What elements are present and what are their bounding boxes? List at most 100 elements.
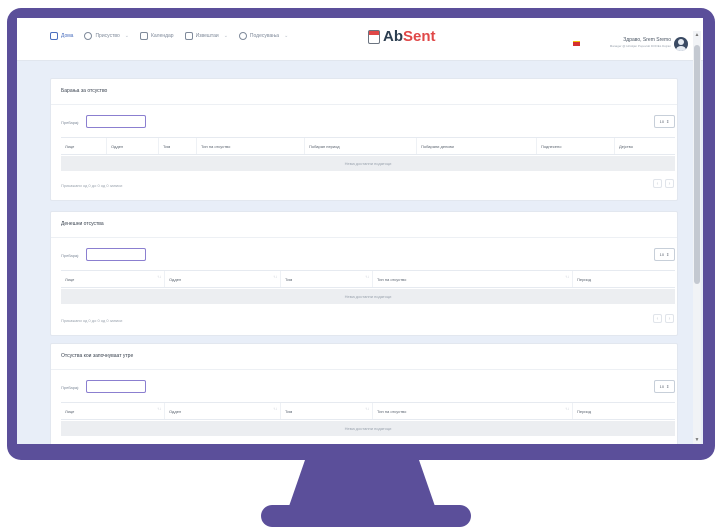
scroll-up-icon[interactable]: ▲ xyxy=(693,31,701,39)
column-header-label: Тип на отсуство xyxy=(201,143,231,149)
column-header[interactable]: Оддел ↑↓ xyxy=(165,403,281,419)
column-header[interactable]: Лице ↑↓ xyxy=(61,403,165,419)
avatar[interactable] xyxy=(674,37,688,51)
divider xyxy=(51,104,677,105)
user-role: Manager @ Hristijan Popovski DOOEL Dojra… xyxy=(609,44,671,48)
column-header-label: Лице xyxy=(65,143,75,149)
language-flag-icon[interactable] xyxy=(573,41,580,46)
pagination: ‹ › xyxy=(653,179,674,188)
column-header[interactable]: Дејство xyxy=(615,138,675,154)
page-length-select[interactable]: 10 ⇕ xyxy=(654,248,675,261)
divider xyxy=(51,369,677,370)
column-header[interactable]: Период xyxy=(573,403,675,419)
select-arrows-icon: ⇕ xyxy=(666,252,670,257)
sort-icon: ↑↓ xyxy=(365,406,369,411)
column-header[interactable]: Тим ↑↓ xyxy=(281,271,373,287)
column-header-label: Оддел xyxy=(169,276,182,282)
absence-requests-card: Барања за отсуство Пребарај: 10 ⇕ Лице О… xyxy=(50,78,678,201)
search-input[interactable] xyxy=(86,115,146,128)
screen: Дома Присуство ⌄ Календар Извештаи ⌄ Под… xyxy=(17,18,703,444)
column-header[interactable]: Тим ↑↓ xyxy=(281,403,373,419)
column-header-label: Тим xyxy=(163,143,171,149)
column-header-label: Лице xyxy=(65,408,75,414)
column-header-label: Период xyxy=(577,276,592,282)
nav-item-attendance[interactable]: Присуство ⌄ xyxy=(84,32,129,40)
user-info[interactable]: Здраво, Srem Sremo Manager @ Hristijan P… xyxy=(591,37,671,48)
sort-icon: ↑↓ xyxy=(273,274,277,279)
column-header-label: Дејство xyxy=(619,143,633,149)
chevron-down-icon: ⌄ xyxy=(284,33,289,39)
page-length-value: 10 xyxy=(659,384,665,389)
scrollbar-thumb[interactable] xyxy=(694,45,700,284)
column-header-label: Лице xyxy=(65,276,75,282)
app-logo[interactable]: AbSent xyxy=(368,28,436,45)
chevron-down-icon: ⌄ xyxy=(124,33,129,39)
sort-icon: ↑↓ xyxy=(157,406,161,411)
column-header-label: Побаран период xyxy=(309,143,340,149)
column-header[interactable]: Оддел ↑↓ xyxy=(165,271,281,287)
pagination: ‹ › xyxy=(653,314,674,323)
column-header-label: Побарани денови xyxy=(421,143,454,149)
column-header[interactable]: Период xyxy=(573,271,675,287)
next-page-button[interactable]: › xyxy=(665,314,674,323)
page-length-select[interactable]: 10 ⇕ xyxy=(654,380,675,393)
page-length-value: 10 xyxy=(659,119,665,124)
column-header-label: Период xyxy=(577,408,592,414)
nav-item-calendar[interactable]: Календар xyxy=(139,32,174,40)
search-label: Пребарај: xyxy=(61,385,80,390)
nav-label: Подесувања xyxy=(249,33,280,39)
column-header[interactable]: Побарани денови xyxy=(417,138,537,154)
user-name: Здраво, Srem Sremo xyxy=(623,37,671,43)
search-input[interactable] xyxy=(86,248,146,261)
column-header[interactable]: Побаран период xyxy=(305,138,417,154)
prev-page-button[interactable]: ‹ xyxy=(653,314,662,323)
search-input[interactable] xyxy=(86,380,146,393)
home-icon xyxy=(50,32,58,40)
column-header-label: Тип на отсуство xyxy=(377,408,407,414)
column-header[interactable]: Тип на отсуство ↑↓ xyxy=(373,271,573,287)
select-arrows-icon: ⇕ xyxy=(666,384,670,389)
column-header[interactable]: Лице xyxy=(61,138,107,154)
logo-text: AbSent xyxy=(383,28,436,45)
empty-table-row: Нема достапни податоци xyxy=(61,156,675,171)
divider xyxy=(51,237,677,238)
column-header[interactable]: Тим xyxy=(159,138,197,154)
gear-icon xyxy=(238,32,247,40)
prev-page-button[interactable]: ‹ xyxy=(653,179,662,188)
monitor-base xyxy=(261,505,471,527)
todays-absences-card: Денешни отсуства Пребарај: 10 ⇕ Лице ↑↓ О… xyxy=(50,211,678,336)
column-header-label: Тим xyxy=(285,408,293,414)
card-title: Барања за отсуство xyxy=(61,88,108,94)
select-arrows-icon: ⇕ xyxy=(666,119,670,124)
column-header[interactable]: Оддел xyxy=(107,138,159,154)
column-header[interactable]: Лице ↑↓ xyxy=(61,271,165,287)
nav-label: Присуство xyxy=(95,33,120,39)
next-page-button[interactable]: › xyxy=(665,179,674,188)
top-navbar: Дома Присуство ⌄ Календар Извештаи ⌄ Под… xyxy=(17,18,703,61)
tomorrow-absences-card: Отсуства кои започнуваат утре Пребарај: … xyxy=(50,343,678,444)
column-header[interactable]: Тип на отсуство xyxy=(197,138,305,154)
logo-part-1: Ab xyxy=(383,28,403,45)
nav-label: Дома xyxy=(61,33,74,39)
page-length-select[interactable]: 10 ⇕ xyxy=(654,115,675,128)
calendar-icon xyxy=(139,32,148,40)
nav-item-home[interactable]: Дома xyxy=(50,32,73,40)
column-header[interactable]: Поднесено xyxy=(537,138,615,154)
column-header-label: Тип на отсуство xyxy=(377,276,407,282)
card-title: Отсуства кои започнуваат утре xyxy=(61,353,134,359)
empty-table-row: Нема достапни податоци xyxy=(61,421,675,436)
empty-table-row: Нема достапни податоци xyxy=(61,289,675,304)
scroll-down-icon[interactable]: ▼ xyxy=(693,436,701,444)
column-header-label: Оддел xyxy=(169,408,182,414)
nav-item-settings[interactable]: Подесувања ⌄ xyxy=(238,32,289,40)
search-label: Пребарај: xyxy=(61,120,80,125)
table-header: Лице Оддел Тим Тип на отсуство Побаран п… xyxy=(61,137,675,155)
nav-item-reports[interactable]: Извештаи ⌄ xyxy=(184,32,228,40)
report-icon xyxy=(184,32,193,40)
column-header-label: Тим xyxy=(285,276,293,282)
user-icon xyxy=(84,32,93,40)
sort-icon: ↑↓ xyxy=(157,274,161,279)
column-header[interactable]: Тип на отсуство ↑↓ xyxy=(373,403,573,419)
column-header-label: Оддел xyxy=(111,143,124,149)
vertical-scrollbar[interactable]: ▲ ▼ xyxy=(693,31,701,444)
